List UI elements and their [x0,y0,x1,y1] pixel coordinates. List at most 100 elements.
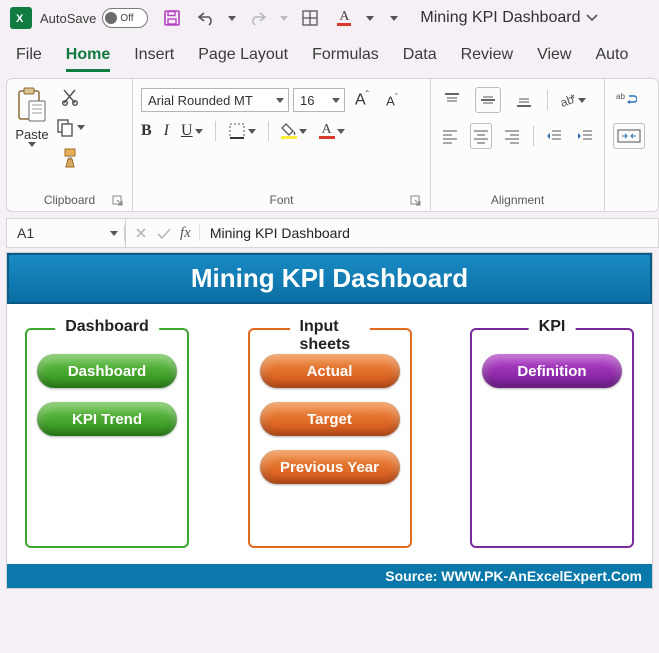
document-title[interactable]: Mining KPI Dashboard [420,9,598,27]
align-middle-icon[interactable] [475,87,501,113]
qat-customize-icon[interactable] [390,16,398,21]
merge-center-icon[interactable] [613,123,645,149]
tab-insert[interactable]: Insert [134,46,174,72]
chevron-down-icon [248,129,256,134]
title-bar: X AutoSave Off A Minin [0,0,659,32]
nav-pill-actual[interactable]: Actual [260,354,400,388]
tab-home[interactable]: Home [66,46,110,72]
cancel-formula-icon[interactable] [134,226,148,240]
align-right-icon[interactable] [502,123,523,149]
group-font: Arial Rounded MT 16 Aˆ Aˇ B I U [133,79,431,211]
name-box[interactable]: A1 [7,225,125,241]
group-clipboard: Paste Clipboard [7,79,133,211]
autosave-control[interactable]: AutoSave Off [40,8,148,28]
borders-qat-icon[interactable] [298,6,322,30]
copy-dropdown-icon [77,125,85,130]
paste-button[interactable]: Paste [15,85,49,169]
underline-button[interactable]: U [181,122,203,140]
chevron-down-icon [276,98,284,103]
tab-formulas[interactable]: Formulas [312,46,379,72]
worksheet-area: Mining KPI Dashboard Dashboard Dashboard… [6,252,653,589]
fill-color-icon [281,123,297,139]
align-bottom-icon[interactable] [511,87,537,113]
redo-button[interactable] [246,6,270,30]
group-alignment: ab Alignment [431,79,605,211]
font-color-icon: A [319,123,335,139]
svg-text:X: X [16,13,24,25]
increase-indent-icon[interactable] [575,123,596,149]
wrap-text-icon[interactable]: ab [613,87,639,113]
namebox-chevron-icon[interactable] [110,231,118,236]
font-color-button[interactable]: A [319,123,345,139]
dashboard-title-banner: Mining KPI Dashboard [7,253,652,304]
tab-review[interactable]: Review [461,46,513,72]
autosave-label: AutoSave [40,11,96,26]
doc-title-chevron-icon [586,14,598,22]
font-group-label: Font [269,193,293,207]
ribbon-tabs: File Home Insert Page Layout Formulas Da… [0,32,659,72]
font-size-combo[interactable]: 16 [293,88,345,112]
nav-pill-definition[interactable]: Definition [482,354,622,388]
fill-color-button[interactable] [281,123,307,139]
tab-data[interactable]: Data [403,46,437,72]
enter-formula-icon[interactable] [156,226,172,240]
orientation-icon: ab [558,91,576,109]
nav-cards-row: Dashboard Dashboard KPI Trend Input shee… [7,304,652,564]
format-painter-icon[interactable] [60,147,80,169]
chevron-down-icon [337,129,345,134]
card-legend: KPI [529,318,576,336]
align-center-icon[interactable] [470,123,492,149]
align-top-icon[interactable] [439,87,465,113]
decrease-font-icon[interactable]: Aˇ [379,87,405,113]
nav-pill-kpi-trend[interactable]: KPI Trend [37,402,177,436]
italic-button[interactable]: I [164,122,169,140]
paste-dropdown-icon[interactable] [28,142,36,147]
nav-pill-previous-year[interactable]: Previous Year [260,450,400,484]
increase-font-icon[interactable]: Aˆ [349,87,375,113]
card-dashboard-wrap: Dashboard Dashboard KPI Trend [25,328,189,548]
tab-page-layout[interactable]: Page Layout [198,46,288,72]
nav-pill-dashboard[interactable]: Dashboard [37,354,177,388]
chevron-down-icon [332,98,340,103]
fontcolor-qat-icon[interactable]: A [332,6,356,30]
chevron-down-icon [299,129,307,134]
autosave-toggle[interactable]: Off [102,8,148,28]
alignment-group-label: Alignment [491,193,544,207]
svg-text:ab: ab [558,92,576,109]
clipboard-dialog-launcher-icon[interactable] [112,195,124,207]
orientation-button[interactable]: ab [558,91,586,109]
card-legend: Input sheets [290,318,370,354]
clipboard-group-label: Clipboard [44,193,95,207]
cut-icon[interactable] [60,87,80,107]
paste-label: Paste [15,127,48,142]
undo-button[interactable] [194,6,218,30]
card-legend: Dashboard [55,318,159,336]
tab-automate[interactable]: Auto [595,46,628,72]
formula-input[interactable]: Mining KPI Dashboard [200,225,658,241]
tab-file[interactable]: File [16,46,42,72]
card-input-sheets-wrap: Input sheets Actual Target Previous Year [248,328,412,548]
insert-function-button[interactable]: fx [180,225,191,242]
ribbon: Paste Clipboard Arial Rounded MT 16 [6,78,659,212]
paste-icon [15,85,49,125]
align-left-icon[interactable] [439,123,460,149]
bold-button[interactable]: B [141,122,152,140]
font-family-combo[interactable]: Arial Rounded MT [141,88,289,112]
autosave-state: Off [120,13,133,24]
redo-dropdown-icon[interactable] [280,16,288,21]
undo-dropdown-icon[interactable] [228,16,236,21]
borders-icon [228,122,246,140]
card-kpi-wrap: KPI Definition [470,328,634,548]
svg-text:ab: ab [616,92,625,101]
borders-button[interactable] [228,122,256,140]
tab-view[interactable]: View [537,46,571,72]
font-dialog-launcher-icon[interactable] [410,195,422,207]
chevron-down-icon [195,129,203,134]
copy-icon[interactable] [55,117,85,137]
save-icon[interactable] [160,6,184,30]
decrease-indent-icon[interactable] [544,123,565,149]
excel-app-icon: X [10,7,32,29]
nav-pill-target[interactable]: Target [260,402,400,436]
fontcolor-qat-dropdown-icon[interactable] [366,16,374,21]
toggle-knob [105,12,117,24]
